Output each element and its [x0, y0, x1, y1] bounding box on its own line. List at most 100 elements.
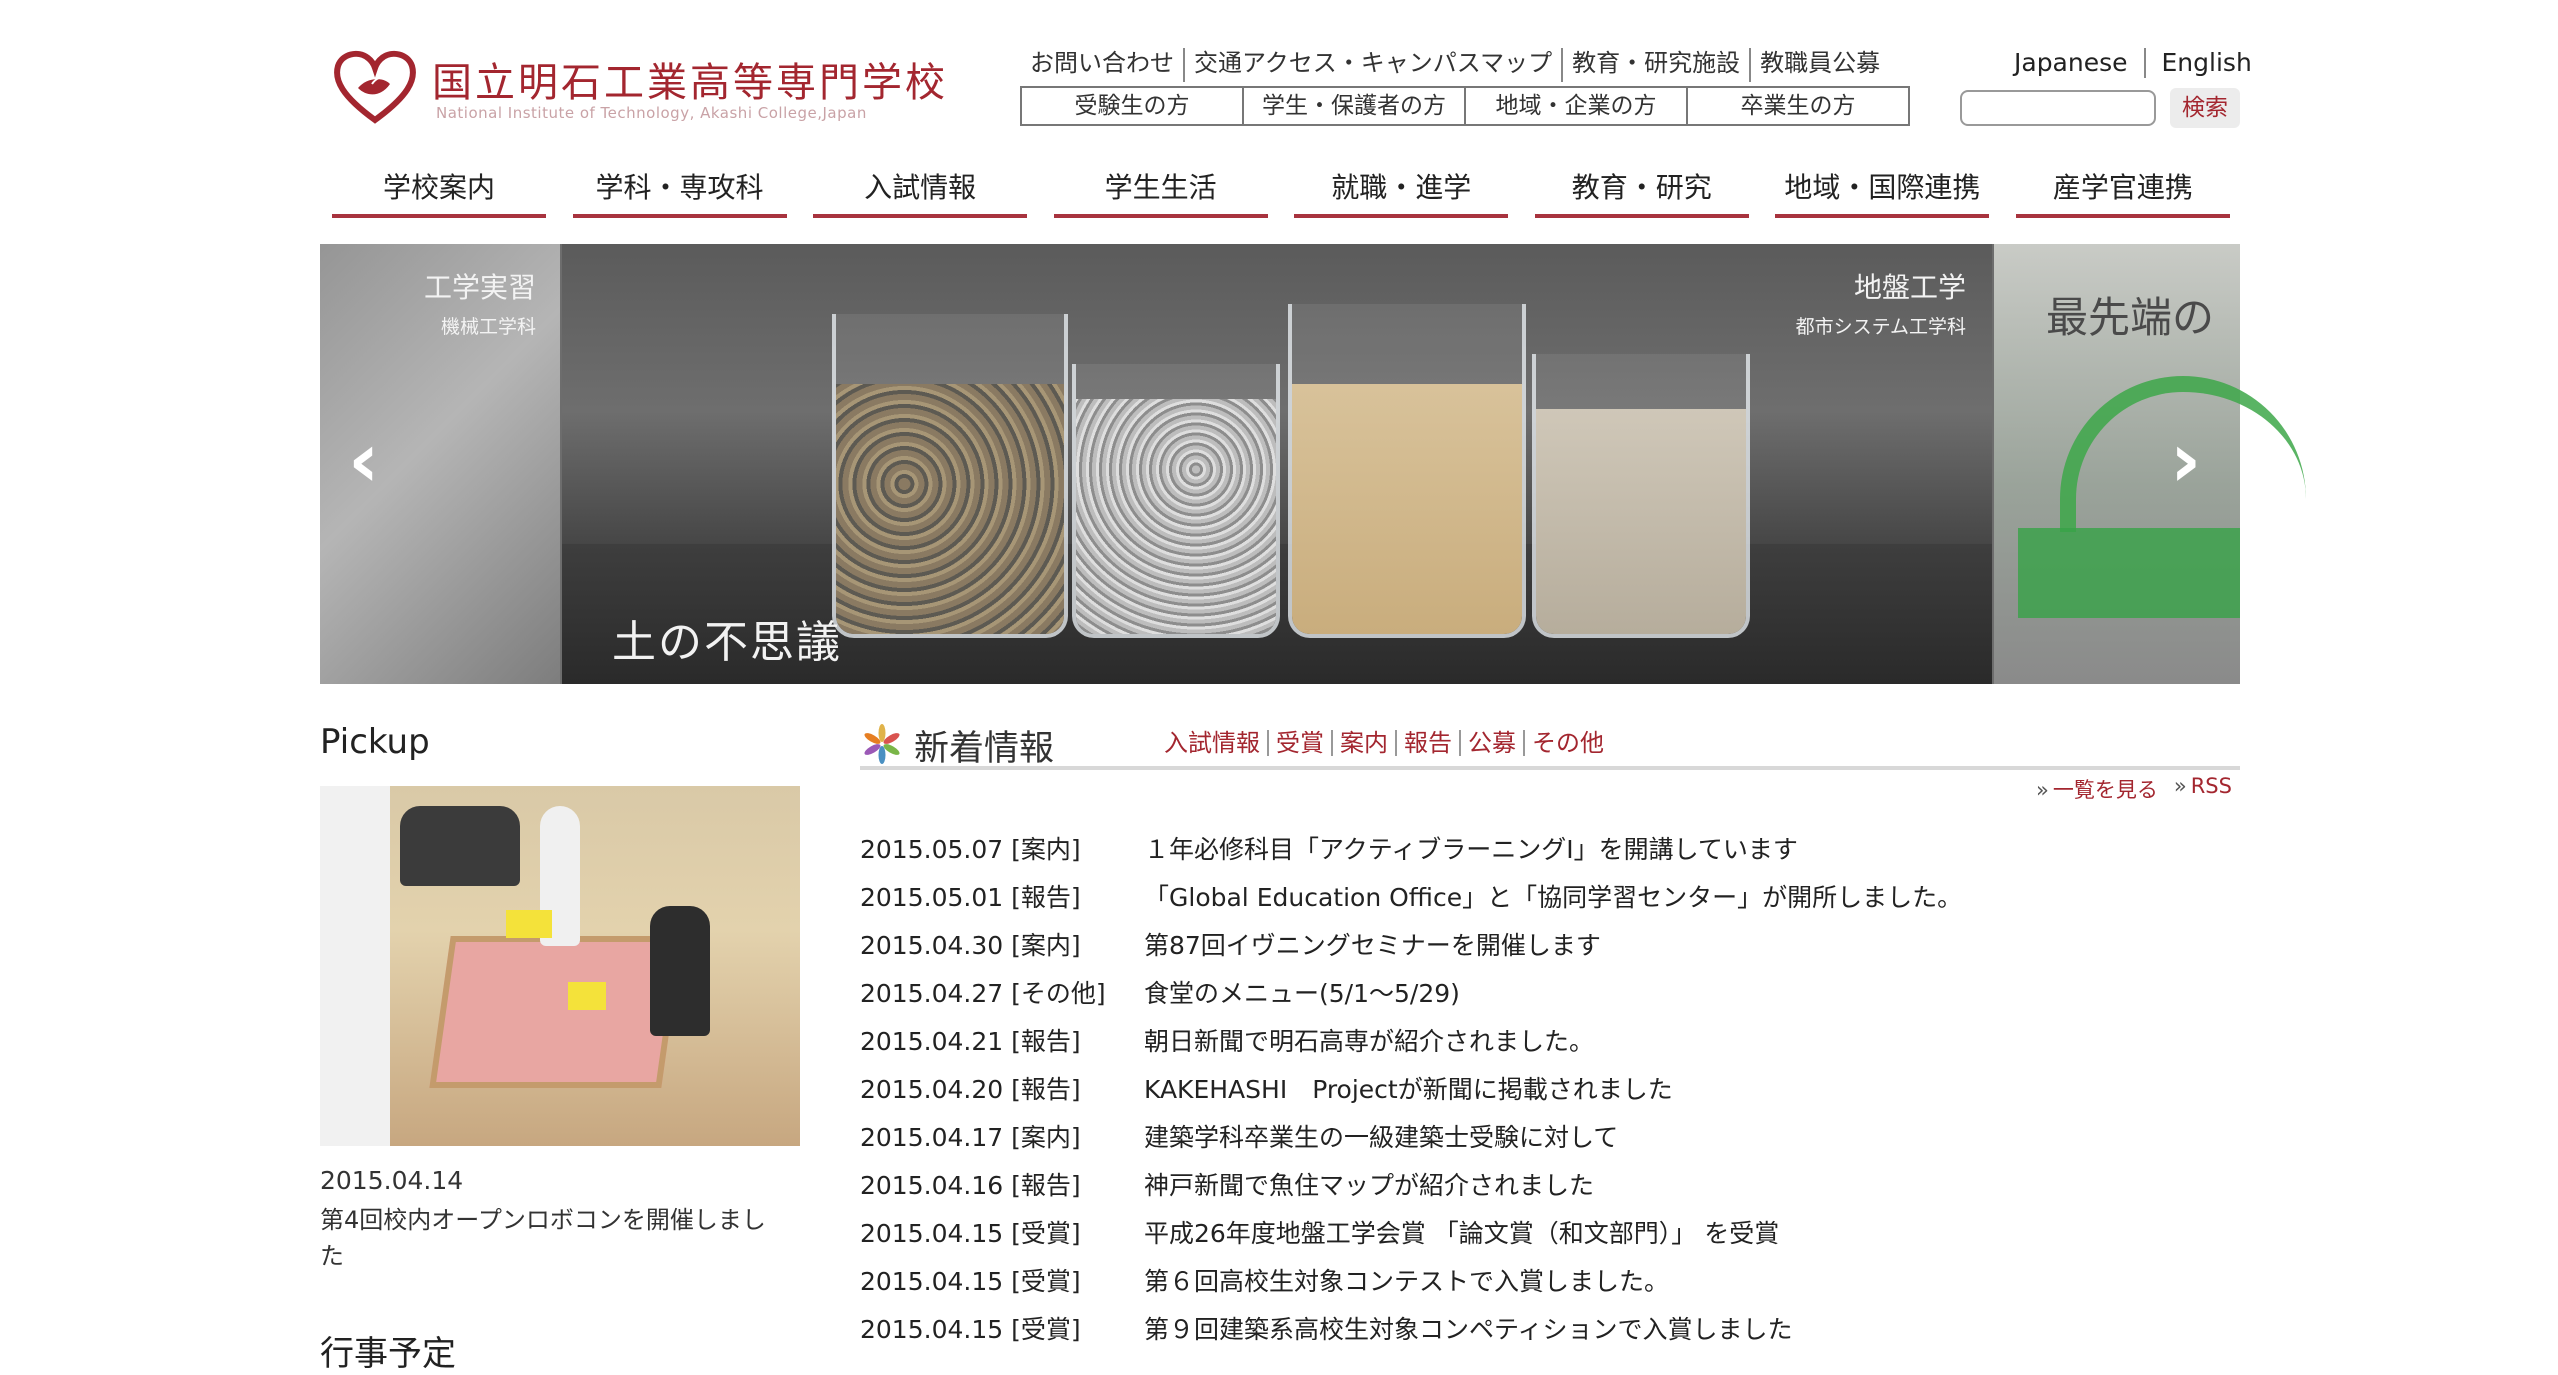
news-date: 2015.04.16 — [860, 1171, 1004, 1200]
beaker-crushed-stone — [1072, 364, 1280, 638]
search-input[interactable] — [1960, 90, 2156, 126]
beaker-silt — [1532, 354, 1750, 638]
news-tag: [報告] — [1011, 883, 1081, 912]
slide-current[interactable]: 土の不思議 地盤工学 都市システム工学科 — [562, 244, 1992, 684]
slider-prev-arrow-icon[interactable]: ‹ — [348, 410, 379, 510]
yellow-pad — [568, 982, 606, 1010]
audience-link-alumni[interactable]: 卒業生の方 — [1686, 88, 1908, 124]
news-title-link[interactable]: 第87回イヴニングセミナーを開催します — [1144, 928, 1601, 976]
news-date: 2015.04.27 — [860, 979, 1004, 1008]
news-cat-other[interactable]: その他 — [1523, 730, 1611, 756]
news-tag: [案内] — [1011, 1123, 1081, 1152]
slide-prev-caption: 工学実習 機械工学科 — [400, 266, 536, 339]
top-link-access[interactable]: 交通アクセス・キャンパスマップ — [1183, 48, 1561, 82]
news-cat-recruit[interactable]: 公募 — [1459, 730, 1523, 756]
top-link-facilities[interactable]: 教育・研究施設 — [1561, 48, 1749, 82]
news-title-link[interactable]: 神戸新聞で魚住マップが紹介されました — [1144, 1168, 1594, 1216]
nav-departments[interactable]: 学科・専攻科 — [572, 166, 787, 218]
news-meta: 2015.05.07 [案内] — [860, 832, 1144, 880]
news-title-link[interactable]: １年必修科目「アクティブラーニングⅠ」を開講しています — [1144, 832, 1798, 880]
news-row[interactable]: 2015.04.27 [その他] 食堂のメニュー(5/1～5/29) — [860, 976, 2240, 1024]
news-meta: 2015.04.17 [案内] — [860, 1120, 1144, 1168]
rss-link[interactable]: » RSS — [2174, 774, 2232, 804]
news-meta: 2015.04.27 [その他] — [860, 976, 1144, 1024]
news-title-link[interactable]: 朝日新聞で明石高専が紹介されました。 — [1144, 1024, 1594, 1072]
news-title-link[interactable]: 食堂のメニュー(5/1～5/29) — [1144, 976, 1460, 1024]
nav-international[interactable]: 地域・国際連携 — [1775, 166, 1990, 218]
news-cat-report[interactable]: 報告 — [1395, 730, 1459, 756]
nav-admissions[interactable]: 入試情報 — [813, 166, 1028, 218]
nav-student-life[interactable]: 学生生活 — [1053, 166, 1268, 218]
beaker-gravel — [832, 314, 1068, 638]
news-tag: [受賞] — [1011, 1315, 1081, 1344]
news-meta: 2015.04.15 [受賞] — [860, 1312, 1144, 1360]
audience-link-students[interactable]: 学生・保護者の方 — [1242, 88, 1464, 124]
news-title-link[interactable]: 建築学科卒業生の一級建築士受験に対して — [1144, 1120, 1618, 1168]
nav-research[interactable]: 教育・研究 — [1534, 166, 1749, 218]
news-tag: [受賞] — [1011, 1219, 1081, 1248]
pickup-heading: Pickup — [320, 722, 430, 762]
search-button[interactable]: 検索 — [2170, 88, 2240, 128]
news-title-link[interactable]: 「Global Education Office」と「協同学習センター」が開所し… — [1144, 880, 1962, 928]
logo-title-en: National Institute of Technology, Akashi… — [436, 104, 867, 122]
news-meta: 2015.04.15 [受賞] — [860, 1264, 1144, 1312]
yellow-box — [506, 910, 552, 938]
top-link-recruit[interactable]: 教職員公募 — [1749, 48, 1889, 82]
news-cat-admissions[interactable]: 入試情報 — [1164, 730, 1267, 756]
news-row[interactable]: 2015.04.20 [報告] KAKEHASHI Projectが新聞に掲載され… — [860, 1072, 2240, 1120]
lang-english[interactable]: English — [2143, 48, 2268, 78]
heart-logo-icon — [334, 50, 416, 124]
view-all-link[interactable]: » 一覧を見る — [2036, 774, 2158, 804]
news-row[interactable]: 2015.05.01 [報告] 「Global Education Office」… — [860, 880, 2240, 928]
news-row[interactable]: 2015.04.30 [案内] 第87回イヴニングセミナーを開催します — [860, 928, 2240, 976]
nav-about[interactable]: 学校案内 — [332, 166, 546, 218]
news-row[interactable]: 2015.04.21 [報告] 朝日新聞で明石高専が紹介されました。 — [860, 1024, 2240, 1072]
pickup-image[interactable] — [320, 786, 800, 1146]
news-row[interactable]: 2015.04.17 [案内] 建築学科卒業生の一級建築士受験に対して — [860, 1120, 2240, 1168]
news-date: 2015.04.17 — [860, 1123, 1004, 1152]
news-cat-awards[interactable]: 受賞 — [1267, 730, 1331, 756]
audience-link-applicants[interactable]: 受験生の方 — [1022, 88, 1242, 124]
news-row[interactable]: 2015.04.15 [受賞] 第９回建築系高校生対象コンペティションで入賞しまし… — [860, 1312, 2240, 1360]
news-row[interactable]: 2015.04.15 [受賞] 第６回高校生対象コンテストで入賞しました。 — [860, 1264, 2240, 1312]
nav-industry[interactable]: 産学官連携 — [2015, 166, 2230, 218]
language-switcher: Japanese English — [1998, 48, 2268, 78]
main-nav: 学校案内 学科・専攻科 入試情報 学生生活 就職・進学 教育・研究 地域・国際連… — [332, 166, 2230, 218]
news-row[interactable]: 2015.04.16 [報告] 神戸新聞で魚住マップが紹介されました — [860, 1168, 2240, 1216]
news-title-link[interactable]: 第６回高校生対象コンテストで入賞しました。 — [1144, 1264, 1669, 1312]
news-row[interactable]: 2015.04.15 [受賞] 平成26年度地盤工学会賞 「論文賞（和文部門）」 … — [860, 1216, 2240, 1264]
news-date: 2015.04.20 — [860, 1075, 1004, 1104]
news-meta: 2015.04.21 [報告] — [860, 1024, 1144, 1072]
news-meta: 2015.04.20 [報告] — [860, 1072, 1144, 1120]
news-tag: [案内] — [1011, 931, 1081, 960]
news-links: » 一覧を見る » RSS — [2036, 774, 2232, 804]
audience-links: 受験生の方 学生・保護者の方 地域・企業の方 卒業生の方 — [1020, 86, 1910, 126]
news-date: 2015.04.15 — [860, 1315, 1004, 1344]
nav-careers[interactable]: 就職・進学 — [1294, 166, 1509, 218]
news-row[interactable]: 2015.05.07 [案内] １年必修科目「アクティブラーニングⅠ」を開講してい… — [860, 832, 2240, 880]
slider-next-arrow-icon[interactable]: › — [2170, 410, 2201, 510]
news-date: 2015.04.30 — [860, 931, 1004, 960]
news-title-link[interactable]: KAKEHASHI Projectが新聞に掲載されました — [1144, 1072, 1673, 1120]
hero-slider[interactable]: 土の不思議 地盤工学 都市システム工学科 工学実習 機械工学科 — [320, 244, 2240, 684]
pickup-text-link[interactable]: 第4回校内オープンロボコンを開催しました — [320, 1202, 780, 1274]
flower-icon — [864, 724, 900, 764]
site-logo[interactable]: 国立明石工業高等専門学校 National Institute of Techn… — [332, 46, 952, 126]
double-chevron-icon: » — [2036, 778, 2049, 802]
lang-japanese[interactable]: Japanese — [1998, 48, 2144, 78]
slide-prev-title: 工学実習 — [423, 271, 536, 304]
pickup-date: 2015.04.14 — [320, 1166, 464, 1195]
news-date: 2015.04.15 — [860, 1267, 1004, 1296]
slide-caption-title: 地盤工学 — [1853, 271, 1966, 304]
person-white-coat — [320, 786, 390, 1146]
top-link-contact[interactable]: お問い合わせ — [1022, 48, 1183, 82]
audience-link-community[interactable]: 地域・企業の方 — [1464, 88, 1686, 124]
news-meta: 2015.04.16 [報告] — [860, 1168, 1144, 1216]
news-cat-notice[interactable]: 案内 — [1331, 730, 1395, 756]
green-panel-graphic — [2018, 528, 2240, 618]
news-title-link[interactable]: 平成26年度地盤工学会賞 「論文賞（和文部門）」 を受賞 — [1144, 1216, 1779, 1264]
slide-caption-subtitle: 都市システム工学科 — [1795, 316, 1966, 338]
person-kneeling — [650, 906, 710, 1036]
news-title-link[interactable]: 第９回建築系高校生対象コンペティションで入賞しました — [1144, 1312, 1793, 1360]
beaker-sand — [1288, 304, 1526, 638]
